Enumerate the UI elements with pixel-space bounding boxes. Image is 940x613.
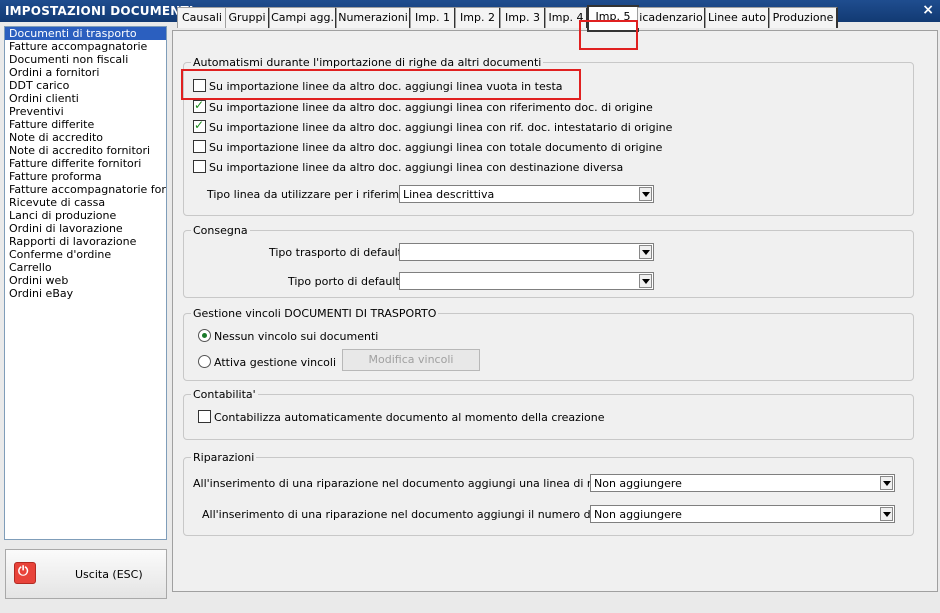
- checkbox-checked-icon: [193, 98, 206, 113]
- import-option-label: Su importazione linee da altro doc. aggi…: [209, 121, 673, 134]
- doc-list-item[interactable]: Lanci di produzione: [5, 209, 166, 222]
- radio-attiva-vincoli-label: Attiva gestione vincoli: [214, 356, 337, 369]
- exit-button[interactable]: Uscita (ESC): [5, 549, 167, 599]
- doc-list-item[interactable]: Ordini clienti: [5, 92, 166, 105]
- doc-list-item[interactable]: Ordini di lavorazione: [5, 222, 166, 235]
- doc-list-item[interactable]: Documenti di trasporto: [5, 27, 166, 40]
- radio-nessun-vincolo[interactable]: Nessun vincolo sui documenti: [198, 329, 378, 343]
- tipo-linea-select[interactable]: Linea descrittiva: [399, 185, 654, 203]
- radio-selected-icon: [198, 329, 211, 342]
- tab-scadenzario[interactable]: icadenzario: [637, 7, 706, 28]
- import-option-label: Su importazione linee da altro doc. aggi…: [209, 161, 624, 174]
- doc-list-item[interactable]: Preventivi: [5, 105, 166, 118]
- import-option-label: Su importazione linee da altro doc. aggi…: [209, 141, 663, 154]
- doc-list-item[interactable]: Carrello: [5, 261, 166, 274]
- consegna-legend: Consegna: [191, 224, 250, 237]
- tipo-linea-value: Linea descrittiva: [403, 188, 495, 201]
- modifica-vincoli-button[interactable]: Modifica vincoli: [342, 349, 480, 371]
- trasporto-label: Tipo trasporto di default :: [269, 246, 410, 259]
- doc-list-item[interactable]: Ordini web: [5, 274, 166, 287]
- riparazione-matricola-select[interactable]: Non aggiungere: [590, 505, 895, 523]
- doc-list-item[interactable]: Ordini eBay: [5, 287, 166, 300]
- radio-attiva-vincoli[interactable]: Attiva gestione vincoli: [198, 355, 336, 369]
- doc-list-item[interactable]: Documenti non fiscali: [5, 53, 166, 66]
- contabilizza-label: Contabilizza automaticamente documento a…: [214, 411, 605, 424]
- close-icon[interactable]: ×: [922, 2, 934, 18]
- doc-list-item[interactable]: Rapporti di lavorazione: [5, 235, 166, 248]
- document-type-list[interactable]: Documenti di trasporto Fatture accompagna…: [4, 26, 167, 540]
- doc-list-item[interactable]: Fatture proforma: [5, 170, 166, 183]
- radio-unselected-icon: [198, 355, 211, 368]
- tab-linee-auto[interactable]: Linee auto: [705, 7, 770, 28]
- vincoli-group: Gestione vincoli DOCUMENTI DI TRASPORTO: [183, 307, 914, 381]
- import-option-checkbox[interactable]: Su importazione linee da altro doc. aggi…: [193, 140, 662, 154]
- doc-list-item[interactable]: Fatture accompagnatorie: [5, 40, 166, 53]
- doc-list-item[interactable]: Fatture differite: [5, 118, 166, 131]
- dropdown-arrow-icon[interactable]: [639, 245, 652, 259]
- tab-campi-agg[interactable]: Campi agg.: [269, 7, 337, 28]
- checkbox-icon: [193, 160, 206, 173]
- tab-gruppi[interactable]: Gruppi: [225, 7, 270, 28]
- contabilita-legend: Contabilita': [191, 388, 258, 401]
- tab-causali[interactable]: Causali: [177, 7, 228, 28]
- trasporto-select[interactable]: [399, 243, 654, 261]
- power-icon: [14, 562, 36, 584]
- tab-numerazioni[interactable]: Numerazioni: [336, 7, 411, 28]
- riparazione-linea-label: All'inserimento di una riparazione nel d…: [193, 477, 656, 490]
- window-title: IMPOSTAZIONI DOCUMENTI: [5, 4, 194, 18]
- riparazioni-group: Riparazioni: [183, 451, 914, 536]
- tab-imp-3[interactable]: Imp. 3: [500, 7, 546, 28]
- checkbox-checked-icon: [193, 118, 206, 133]
- import-option-checkbox[interactable]: Su importazione linee da altro doc. aggi…: [193, 160, 623, 174]
- doc-list-item[interactable]: Ordini a fornitori: [5, 66, 166, 79]
- doc-list-item[interactable]: Note di accredito fornitori: [5, 144, 166, 157]
- riparazione-matricola-value: Non aggiungere: [594, 508, 682, 521]
- checkbox-icon: [198, 410, 211, 423]
- import-option-checkbox[interactable]: Su importazione linee da altro doc. aggi…: [193, 118, 673, 134]
- highlight-row-box: [181, 69, 581, 100]
- doc-list-item[interactable]: Note di accredito: [5, 131, 166, 144]
- import-option-label: Su importazione linee da altro doc. aggi…: [209, 101, 653, 114]
- riparazione-linea-select[interactable]: Non aggiungere: [590, 474, 895, 492]
- doc-list-item[interactable]: Ricevute di cassa: [5, 196, 166, 209]
- automatismi-legend: Automatismi durante l'importazione di ri…: [191, 56, 544, 69]
- contabilizza-checkbox[interactable]: Contabilizza automaticamente documento a…: [198, 410, 604, 424]
- dropdown-arrow-icon[interactable]: [880, 507, 893, 521]
- doc-list-item[interactable]: DDT carico: [5, 79, 166, 92]
- riparazione-linea-value: Non aggiungere: [594, 477, 682, 490]
- riparazioni-legend: Riparazioni: [191, 451, 257, 464]
- riparazione-matricola-label: All'inserimento di una riparazione nel d…: [202, 508, 657, 521]
- tipo-linea-label: Tipo linea da utilizzare per i riferimen…: [207, 188, 428, 201]
- vincoli-legend: Gestione vincoli DOCUMENTI DI TRASPORTO: [191, 307, 439, 320]
- exit-button-label: Uscita (ESC): [75, 568, 143, 581]
- import-option-checkbox[interactable]: Su importazione linee da altro doc. aggi…: [193, 98, 653, 114]
- doc-list-item[interactable]: Conferme d'ordine: [5, 248, 166, 261]
- highlight-tab-box: [579, 20, 638, 50]
- radio-nessun-vincolo-label: Nessun vincolo sui documenti: [214, 330, 379, 343]
- porto-select[interactable]: [399, 272, 654, 290]
- checkbox-icon: [193, 140, 206, 153]
- porto-label: Tipo porto di default :: [288, 275, 407, 288]
- tab-imp-2[interactable]: Imp. 2: [455, 7, 501, 28]
- dropdown-arrow-icon[interactable]: [880, 476, 893, 490]
- doc-list-item[interactable]: Fatture accompagnatorie fornito: [5, 183, 166, 196]
- doc-list-item[interactable]: Fatture differite fornitori: [5, 157, 166, 170]
- dropdown-arrow-icon[interactable]: [639, 274, 652, 288]
- tab-imp-1[interactable]: Imp. 1: [410, 7, 456, 28]
- dropdown-arrow-icon[interactable]: [639, 187, 652, 201]
- tab-produzione[interactable]: Produzione: [769, 7, 838, 28]
